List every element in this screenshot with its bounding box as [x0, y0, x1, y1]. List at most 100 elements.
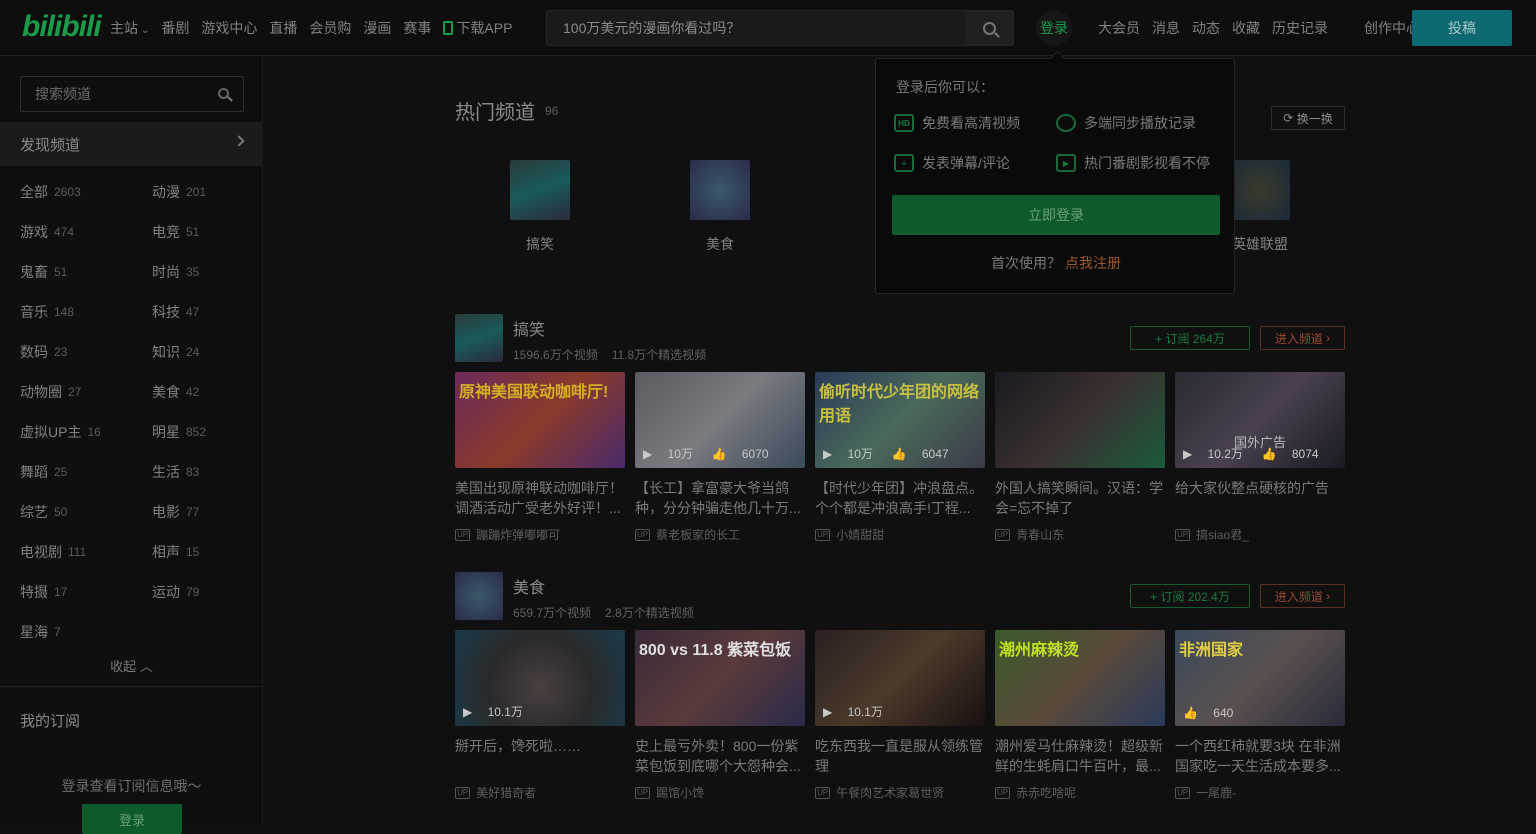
feature-item: ▶ 热门番剧影视看不停: [1056, 153, 1210, 173]
video-card[interactable]: ▶ 10万 👍 6070 【长工】拿富豪大爷当鸽种，分分钟骗走他几十万... UP 蔡…: [635, 372, 805, 543]
nav-history[interactable]: 历史记录: [1272, 18, 1352, 38]
nav-bangumi[interactable]: 番剧: [161, 18, 189, 38]
video-title[interactable]: 外国人搞笑瞬间。汉语：学会=忘不掉了: [995, 478, 1165, 518]
category-item[interactable]: 生活 83: [152, 452, 260, 492]
video-title[interactable]: 【时代少年团】冲浪盘点。个个都是冲浪高手!丁程...: [815, 478, 985, 518]
nav-download-app[interactable]: 下载APP: [443, 18, 512, 38]
subscribe-button[interactable]: + 订阅 202.4万: [1130, 584, 1250, 608]
video-title[interactable]: 美国出现原神联动咖啡厅！调酒活动广受老外好评！...: [455, 478, 625, 518]
category-item[interactable]: 星海 7: [20, 612, 152, 652]
video-title[interactable]: 掰开后，馋死啦……: [455, 736, 625, 776]
video-card[interactable]: 外国人搞笑瞬间。汉语：学会=忘不掉了 UP 青春山东: [995, 372, 1165, 543]
category-item[interactable]: 美食 42: [152, 372, 260, 412]
channel-search-input[interactable]: [21, 77, 201, 111]
video-uploader[interactable]: UP 午餐肉艺术家葛世贤: [815, 784, 985, 801]
category-item[interactable]: 动物圈 27: [20, 372, 152, 412]
video-title[interactable]: 给大家伙整点硬核的广告: [1175, 478, 1345, 518]
category-item[interactable]: 知识 24: [152, 332, 260, 372]
category-item[interactable]: 动漫 201: [152, 172, 260, 212]
video-card[interactable]: ▶ 10.1万 吃东西我一直是服从领练管理 UP 午餐肉艺术家葛世贤: [815, 630, 985, 801]
video-thumbnail[interactable]: 偷听时代少年团的网络用语 ▶ 10万 👍 6047: [815, 372, 985, 468]
video-title[interactable]: 史上最亏外卖！800一份紫菜包饭到底哪个大怨种会...: [635, 736, 805, 776]
hot-channel-item[interactable]: 搞笑: [495, 160, 585, 254]
nav-mall[interactable]: 会员购: [309, 18, 351, 38]
video-uploader[interactable]: UP 小婧甜甜: [815, 526, 985, 543]
refresh-button[interactable]: ⟳ 换一换: [1271, 106, 1345, 130]
channel-avatar[interactable]: [455, 314, 503, 362]
video-card[interactable]: 800 vs 11.8 紫菜包饭史上最亏外卖！800一份紫菜包饭到底哪个大怨种会…: [635, 630, 805, 801]
video-card[interactable]: ▶ 10.1万 掰开后，馋死啦…… UP 美好猎奇者: [455, 630, 625, 801]
search-button[interactable]: [965, 11, 1013, 45]
bilibili-logo[interactable]: bilibili: [22, 10, 102, 44]
category-item[interactable]: 明星 852: [152, 412, 260, 452]
category-item[interactable]: 电影 77: [152, 492, 260, 532]
enter-channel-button[interactable]: 进入频道 ›: [1260, 584, 1345, 608]
discover-channels[interactable]: 发现频道: [0, 122, 263, 166]
video-thumbnail[interactable]: 国外广告 ▶ 10.2万 👍 8074: [1175, 372, 1345, 468]
enter-channel-button[interactable]: 进入频道 ›: [1260, 326, 1345, 350]
video-title[interactable]: 【长工】拿富豪大爷当鸽种，分分钟骗走他几十万...: [635, 478, 805, 518]
nav-main-site[interactable]: 主站 ⌄: [110, 18, 149, 38]
category-item[interactable]: 电竞 51: [152, 212, 260, 252]
video-thumbnail[interactable]: [995, 372, 1165, 468]
category-item[interactable]: 舞蹈 25: [20, 452, 152, 492]
nav-manga[interactable]: 漫画: [363, 18, 391, 38]
nav-messages[interactable]: 消息: [1152, 18, 1180, 38]
category-item[interactable]: 游戏 474: [20, 212, 152, 252]
channel-name[interactable]: 搞笑: [513, 316, 545, 340]
channel-avatar[interactable]: [455, 572, 503, 620]
video-thumbnail[interactable]: ▶ 10.1万: [455, 630, 625, 726]
video-uploader[interactable]: UP 美好猎奇者: [455, 784, 625, 801]
collapse-button[interactable]: 收起 ︿: [0, 656, 263, 675]
video-card[interactable]: 非洲国家 👍 640 一个西红柿就要3块 在非洲国家吃一天生活成本要多... UP 一尾…: [1175, 630, 1345, 801]
video-uploader[interactable]: UP 一尾鹿-: [1175, 784, 1345, 801]
video-uploader[interactable]: UP 搞siao君_: [1175, 526, 1345, 543]
category-item[interactable]: 特摄 17: [20, 572, 152, 612]
category-item[interactable]: 综艺 50: [20, 492, 152, 532]
category-item[interactable]: 相声 15: [152, 532, 260, 572]
category-item[interactable]: 电视剧 111: [20, 532, 152, 572]
video-thumbnail[interactable]: ▶ 10.1万: [815, 630, 985, 726]
category-item[interactable]: 时尚 35: [152, 252, 260, 292]
video-title[interactable]: 吃东西我一直是服从领练管理: [815, 736, 985, 776]
category-item[interactable]: 科技 47: [152, 292, 260, 332]
video-card[interactable]: 原神美国联动咖啡厅! 美国出现原神联动咖啡厅！调酒活动广受老外好评！... UP 蹦蹦…: [455, 372, 625, 543]
subscribe-button[interactable]: + 订阅 264万: [1130, 326, 1250, 350]
login-avatar-button[interactable]: 登录: [1036, 10, 1072, 46]
video-thumbnail[interactable]: 非洲国家 👍 640: [1175, 630, 1345, 726]
sidebar-login-button[interactable]: 登录: [82, 804, 182, 834]
nav-live[interactable]: 直播: [269, 18, 297, 38]
video-title[interactable]: 一个西红柿就要3块 在非洲国家吃一天生活成本要多...: [1175, 736, 1345, 776]
video-thumbnail[interactable]: 800 vs 11.8 紫菜包饭: [635, 630, 805, 726]
nav-vip[interactable]: 大会员: [1098, 18, 1140, 38]
video-card[interactable]: 国外广告 ▶ 10.2万 👍 8074 给大家伙整点硬核的广告 UP 搞siao君_: [1175, 372, 1345, 543]
upload-button[interactable]: 投稿: [1412, 10, 1512, 46]
video-card[interactable]: 潮州麻辣烫潮州爱马仕麻辣烫！超级新鲜的生蚝肩口牛百叶，最... UP 赤赤吃啥呢: [995, 630, 1165, 801]
search-input[interactable]: [547, 11, 967, 45]
search-icon[interactable]: [218, 88, 229, 99]
video-thumbnail[interactable]: 潮州麻辣烫: [995, 630, 1165, 726]
video-thumbnail[interactable]: 原神美国联动咖啡厅!: [455, 372, 625, 468]
channel-name[interactable]: 美食: [513, 574, 545, 598]
category-item[interactable]: 运动 79: [152, 572, 260, 612]
category-item[interactable]: 数码 23: [20, 332, 152, 372]
video-card[interactable]: 偷听时代少年团的网络用语 ▶ 10万 👍 6047 【时代少年团】冲浪盘点。个个都是…: [815, 372, 985, 543]
nav-game-center[interactable]: 游戏中心: [201, 18, 257, 38]
video-uploader[interactable]: UP 蹦蹦炸弹嘟嘟可: [455, 526, 625, 543]
video-uploader[interactable]: UP 青春山东: [995, 526, 1165, 543]
hot-channel-item[interactable]: 美食: [675, 160, 765, 254]
video-thumbnail[interactable]: ▶ 10万 👍 6070: [635, 372, 805, 468]
video-uploader[interactable]: UP 踢馆小馋: [635, 784, 805, 801]
nav-dynamics[interactable]: 动态: [1192, 18, 1220, 38]
register-link[interactable]: 点我注册: [1065, 255, 1121, 271]
video-title[interactable]: 潮州爱马仕麻辣烫！超级新鲜的生蚝肩口牛百叶，最...: [995, 736, 1165, 776]
video-uploader[interactable]: UP 赤赤吃啥呢: [995, 784, 1165, 801]
nav-favorites[interactable]: 收藏: [1232, 18, 1260, 38]
category-item[interactable]: 鬼畜 51: [20, 252, 152, 292]
login-now-button[interactable]: 立即登录: [892, 195, 1220, 235]
category-item[interactable]: 音乐 148: [20, 292, 152, 332]
category-item[interactable]: 全部 2603: [20, 172, 152, 212]
nav-esports[interactable]: 赛事: [403, 18, 431, 38]
video-uploader[interactable]: UP 蔡老板家的长工: [635, 526, 805, 543]
category-item[interactable]: 虚拟UP主 16: [20, 412, 152, 452]
